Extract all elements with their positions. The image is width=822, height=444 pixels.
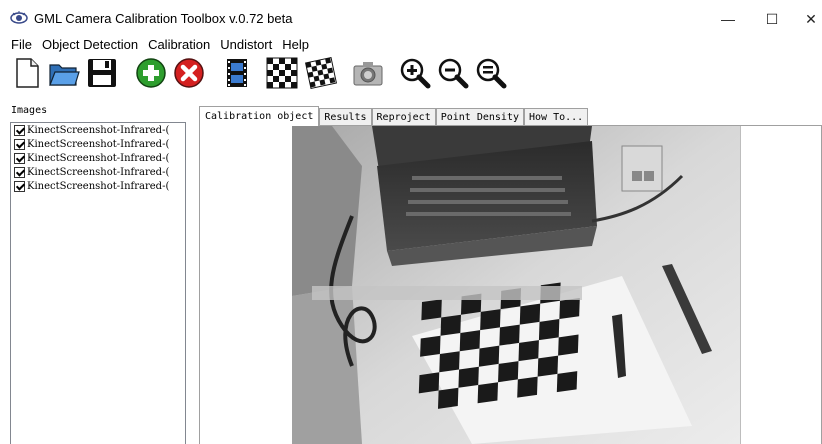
window-title: GML Camera Calibration Toolbox v.0.72 be… bbox=[34, 11, 293, 26]
calibration-image[interactable] bbox=[292, 126, 740, 444]
tab-calibration-object[interactable]: Calibration object bbox=[199, 106, 320, 126]
tab-how-to[interactable]: How To... bbox=[524, 108, 589, 126]
tab-bar: Calibration object Results Reproject Poi… bbox=[199, 106, 589, 126]
images-list[interactable]: KinectScreenshot-Infrared-( KinectScreen… bbox=[10, 122, 186, 444]
new-icon[interactable] bbox=[11, 57, 43, 89]
image-filename: KinectScreenshot-Infrared-( bbox=[27, 180, 170, 192]
image-border bbox=[740, 126, 741, 444]
zoom-out-icon[interactable] bbox=[437, 57, 469, 89]
close-button[interactable]: ✕ bbox=[796, 6, 822, 32]
remove-icon[interactable] bbox=[173, 57, 205, 89]
image-filename: KinectScreenshot-Infrared-( bbox=[27, 152, 170, 164]
menu-file[interactable]: File bbox=[0, 36, 37, 53]
tab-reproject[interactable]: Reproject bbox=[371, 108, 436, 126]
camera-icon[interactable] bbox=[352, 57, 384, 89]
checkerboard-detect-icon[interactable] bbox=[305, 57, 337, 89]
zoom-in-icon[interactable] bbox=[399, 57, 431, 89]
eye-app-icon bbox=[10, 11, 28, 24]
menu-help[interactable]: Help bbox=[277, 36, 314, 53]
maximize-button[interactable]: ☐ bbox=[752, 6, 792, 32]
zoom-fit-icon[interactable] bbox=[475, 57, 507, 89]
images-label: Images bbox=[11, 105, 48, 116]
save-icon[interactable] bbox=[86, 57, 118, 89]
list-item[interactable]: KinectScreenshot-Infrared-( bbox=[11, 137, 185, 151]
open-folder-icon[interactable] bbox=[48, 57, 80, 89]
film-icon[interactable] bbox=[221, 57, 253, 89]
image-checkbox[interactable] bbox=[14, 166, 25, 178]
title-bar: GML Camera Calibration Toolbox v.0.72 be… bbox=[0, 0, 822, 36]
minimize-button[interactable]: — bbox=[708, 6, 748, 32]
list-item[interactable]: KinectScreenshot-Infrared-( bbox=[11, 165, 185, 179]
image-filename: KinectScreenshot-Infrared-( bbox=[27, 138, 170, 150]
image-filename: KinectScreenshot-Infrared-( bbox=[27, 124, 170, 136]
menu-object-detection[interactable]: Object Detection bbox=[37, 36, 143, 53]
list-item[interactable]: KinectScreenshot-Infrared-( bbox=[11, 123, 185, 137]
image-filename: KinectScreenshot-Infrared-( bbox=[27, 166, 170, 178]
list-item[interactable]: KinectScreenshot-Infrared-( bbox=[11, 151, 185, 165]
infrared-scene bbox=[292, 126, 740, 444]
tab-point-density[interactable]: Point Density bbox=[435, 108, 524, 126]
list-item[interactable]: KinectScreenshot-Infrared-( bbox=[11, 179, 185, 193]
toolbar bbox=[0, 54, 822, 94]
image-checkbox[interactable] bbox=[14, 180, 25, 192]
menu-undistort[interactable]: Undistort bbox=[215, 36, 277, 53]
tab-results[interactable]: Results bbox=[319, 108, 372, 126]
image-checkbox[interactable] bbox=[14, 124, 25, 136]
menu-bar: File Object Detection Calibration Undist… bbox=[0, 36, 822, 53]
image-checkbox[interactable] bbox=[14, 152, 25, 164]
add-icon[interactable] bbox=[135, 57, 167, 89]
checkerboard-icon[interactable] bbox=[266, 57, 298, 89]
image-checkbox[interactable] bbox=[14, 138, 25, 150]
menu-calibration[interactable]: Calibration bbox=[143, 36, 215, 53]
